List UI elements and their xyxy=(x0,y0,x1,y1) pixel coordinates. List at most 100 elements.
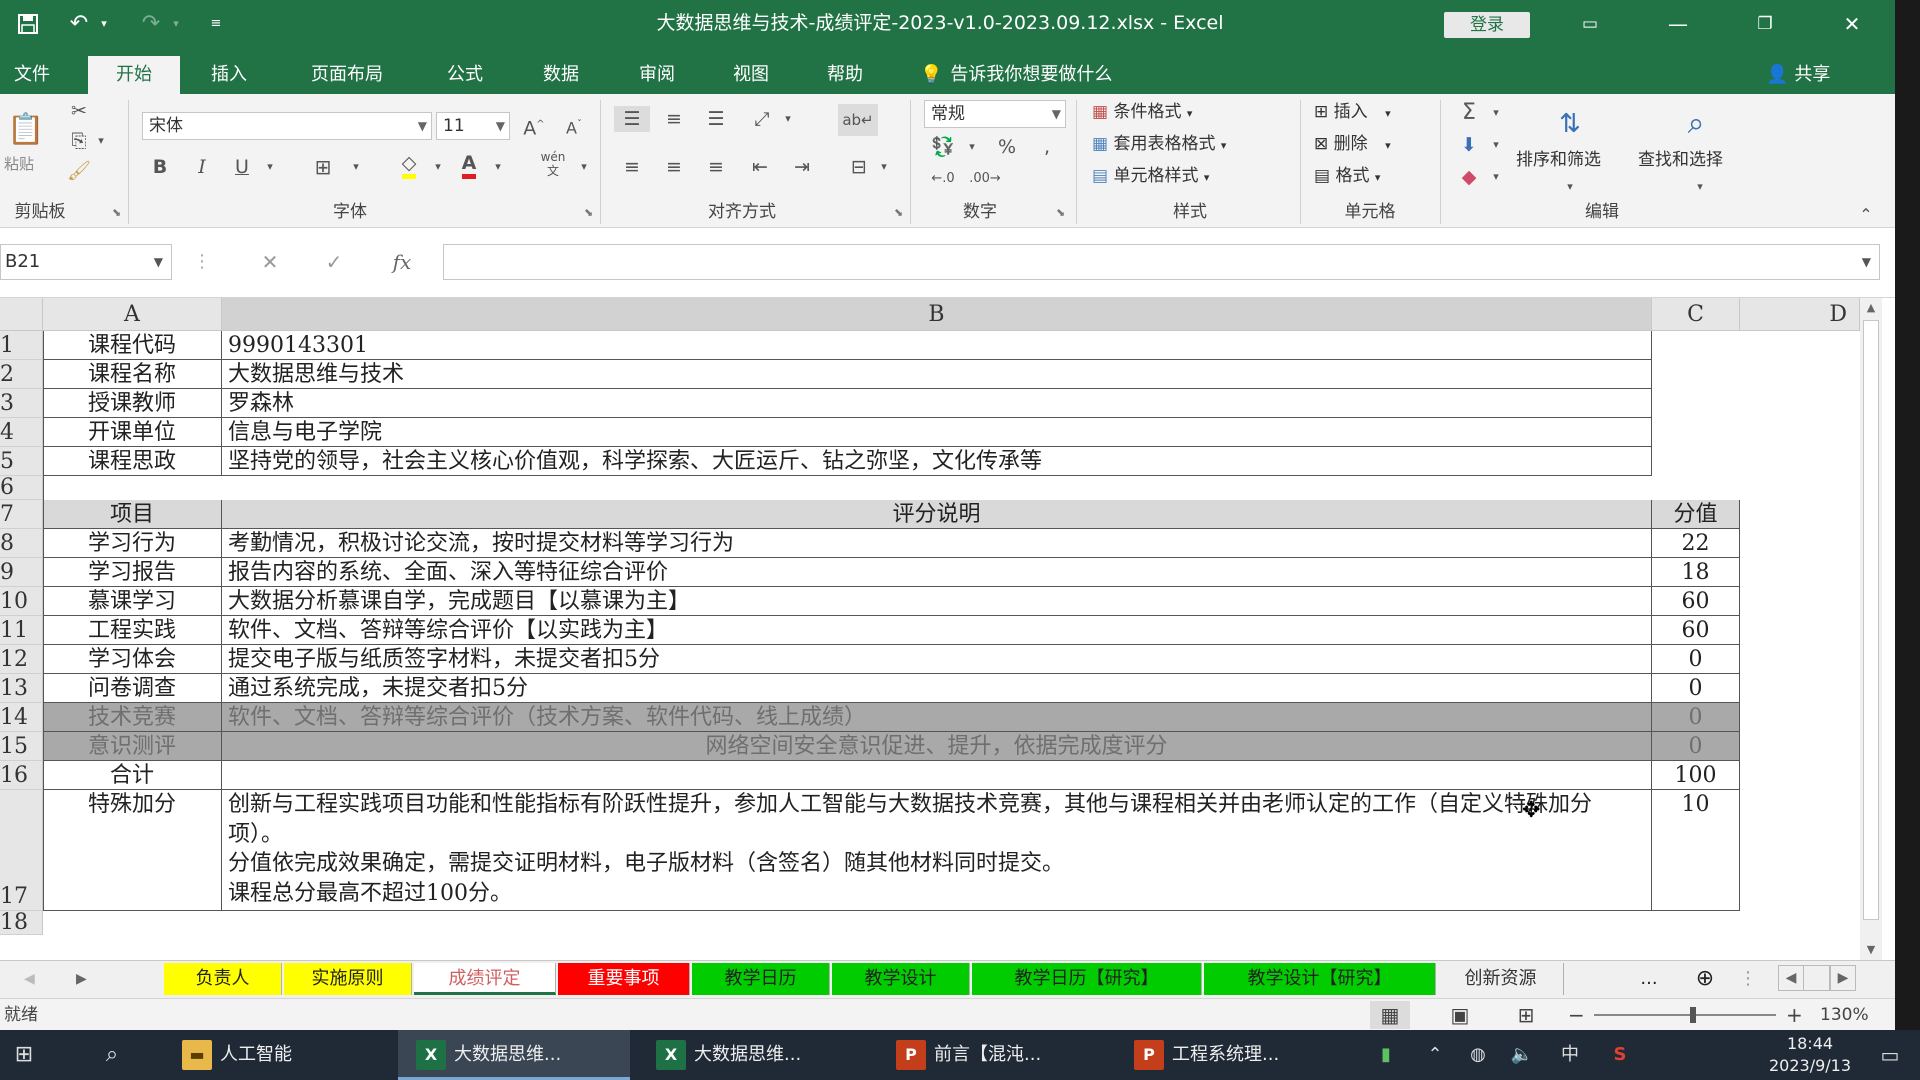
sort-dropdown-icon[interactable]: ▾ xyxy=(1560,174,1580,200)
cell-b[interactable] xyxy=(222,476,1652,500)
row-header[interactable]: 3 xyxy=(0,389,43,418)
cell-a[interactable]: 学习报告 xyxy=(43,558,222,587)
save-icon[interactable] xyxy=(12,10,44,38)
collapse-ribbon-icon[interactable]: ⌃ xyxy=(1852,202,1880,228)
cell-b[interactable]: 软件、文档、答辩等综合评价【以实践为主】 xyxy=(222,616,1652,645)
column-header-c[interactable]: C xyxy=(1652,298,1740,331)
network-icon[interactable]: ◍ xyxy=(1460,1030,1496,1080)
enter-entry-icon[interactable]: ✓ xyxy=(316,244,352,280)
cell-c[interactable]: 0 xyxy=(1652,703,1740,732)
cell-a[interactable]: 技术竞赛 xyxy=(43,703,222,732)
sheet-tab[interactable]: 重要事项 xyxy=(558,963,690,995)
notification-icon[interactable]: ▭ xyxy=(1868,1030,1912,1080)
tab-help[interactable]: 帮助 xyxy=(814,56,876,94)
number-format-select[interactable]: 常规 ▼ xyxy=(924,100,1066,128)
redo-dropdown-icon[interactable]: ▾ xyxy=(168,10,184,38)
underline-icon[interactable]: U xyxy=(228,154,256,180)
row-header[interactable]: 13 xyxy=(0,674,43,703)
cell-b[interactable]: 9990143301 xyxy=(222,331,1652,360)
row-header[interactable]: 8 xyxy=(0,529,43,558)
customize-toolbar-icon[interactable]: ≡ xyxy=(204,10,228,38)
tab-splitter-icon[interactable]: ⋮ xyxy=(1736,963,1760,995)
middle-align-icon[interactable]: ≡ xyxy=(656,106,692,132)
battery-icon[interactable]: ▮ xyxy=(1368,1030,1404,1080)
tab-home[interactable]: 开始 xyxy=(88,56,180,94)
cell-a[interactable]: 课程名称 xyxy=(43,360,222,389)
row-header[interactable]: 15 xyxy=(0,732,43,761)
phonetic-dropdown-icon[interactable]: ▾ xyxy=(576,154,592,180)
cell-c[interactable]: 0 xyxy=(1652,645,1740,674)
page-layout-view-icon[interactable]: ▣ xyxy=(1440,1001,1480,1029)
row-header[interactable]: 4 xyxy=(0,418,43,447)
row-header[interactable]: 6 xyxy=(0,476,43,500)
cell-c[interactable] xyxy=(1652,360,1740,389)
copy-icon[interactable]: ⎘ xyxy=(64,128,94,154)
cell-a[interactable]: 特殊加分 xyxy=(43,790,222,911)
top-align-icon[interactable]: ☰ xyxy=(614,106,650,132)
font-name-select[interactable]: 宋体 ▼ xyxy=(142,112,432,140)
align-right-icon[interactable]: ≡ xyxy=(698,154,734,180)
phonetic-guide-icon[interactable]: wén 文 xyxy=(534,150,572,178)
taskbar-item-ppt-1[interactable]: P 前言【混沌... xyxy=(878,1030,1110,1080)
sort-filter-label[interactable]: 排序和筛选 xyxy=(1516,148,1601,172)
cell-a[interactable]: 学习体会 xyxy=(43,645,222,674)
cell-c[interactable] xyxy=(1652,476,1740,500)
merge-dropdown-icon[interactable]: ▾ xyxy=(876,154,892,180)
sheet-tab[interactable]: 实施原则 xyxy=(284,963,412,995)
cell-b[interactable]: 大数据分析慕课自学，完成题目【以慕课为主】 xyxy=(222,587,1652,616)
copy-dropdown-icon[interactable]: ▾ xyxy=(94,128,108,154)
italic-icon[interactable]: I xyxy=(188,154,216,180)
cell-b[interactable]: 坚持党的领导，社会主义核心价值观，科学探索、大匠运斤、钻之弥坚，文化传承等 xyxy=(222,447,1652,476)
delete-cells-button[interactable]: ⊠ 删除 ▾ xyxy=(1314,132,1391,158)
clear-icon[interactable]: ◆ xyxy=(1454,164,1484,190)
cell-c[interactable]: 分值 xyxy=(1652,500,1740,529)
cell-a[interactable]: 课程代码 xyxy=(43,331,222,360)
zoom-level[interactable]: 130% xyxy=(1820,1001,1869,1029)
cell-c[interactable] xyxy=(1652,418,1740,447)
zoom-out-icon[interactable]: − xyxy=(1568,1001,1585,1029)
font-size-select[interactable]: 11 ▼ xyxy=(436,112,510,140)
undo-dropdown-icon[interactable]: ▾ xyxy=(96,10,112,38)
share-button[interactable]: 👤 共享 xyxy=(1766,56,1830,94)
redo-icon[interactable]: ↷ xyxy=(136,10,166,38)
grow-font-icon[interactable]: A^ xyxy=(520,112,548,141)
row-header[interactable]: 5 xyxy=(0,447,43,476)
decrease-indent-icon[interactable]: ⇤ xyxy=(742,154,778,180)
orientation-dropdown-icon[interactable]: ▾ xyxy=(780,106,796,132)
cell-b[interactable]: 通过系统完成，未提交者扣5分 xyxy=(222,674,1652,703)
tab-view[interactable]: 视图 xyxy=(720,56,782,94)
accounting-format-icon[interactable]: 💱 xyxy=(926,134,960,160)
tab-page-layout[interactable]: 页面布局 xyxy=(292,56,402,94)
conditional-formatting-button[interactable]: ▦ 条件格式 ▾ xyxy=(1092,100,1192,126)
align-left-icon[interactable]: ≡ xyxy=(614,154,650,180)
cell-b[interactable]: 大数据思维与技术 xyxy=(222,360,1652,389)
tab-review[interactable]: 审阅 xyxy=(626,56,688,94)
cell-b[interactable]: 报告内容的系统、全面、深入等特征综合评价 xyxy=(222,558,1652,587)
bottom-align-icon[interactable]: ☰ xyxy=(698,106,734,132)
row-header[interactable]: 10 xyxy=(0,587,43,616)
expand-formula-icon[interactable]: ▼ xyxy=(1862,245,1871,279)
column-header-b[interactable]: B xyxy=(222,298,1652,331)
row-header[interactable]: 1 xyxy=(0,331,43,360)
restore-icon[interactable]: ❐ xyxy=(1742,8,1788,40)
cell-c[interactable]: 0 xyxy=(1652,732,1740,761)
cell-a[interactable]: 课程思政 xyxy=(43,447,222,476)
search-icon[interactable]: ⌕ xyxy=(88,1030,136,1080)
row-header[interactable]: 14 xyxy=(0,703,43,732)
vertical-scroll-thumb[interactable] xyxy=(1863,320,1879,920)
cell-a[interactable]: 学习行为 xyxy=(43,529,222,558)
name-box[interactable]: B21 ▼ xyxy=(0,244,172,280)
format-as-table-button[interactable]: ▦ 套用表格格式 ▾ xyxy=(1092,132,1226,158)
column-header-d[interactable]: D xyxy=(1740,298,1860,331)
sheet-tab[interactable]: 负责人 xyxy=(164,963,282,995)
sort-filter-icon[interactable]: ⇅ xyxy=(1540,102,1600,146)
cell-a[interactable]: 项目 xyxy=(43,500,222,529)
cut-icon[interactable]: ✂ xyxy=(64,98,94,124)
row-header[interactable]: 9 xyxy=(0,558,43,587)
borders-icon[interactable]: ⊞ xyxy=(308,154,338,180)
shrink-font-icon[interactable]: Aˇ xyxy=(560,112,588,141)
cell-c[interactable] xyxy=(1652,911,1740,935)
sheet-tab[interactable]: 教学日历 xyxy=(692,963,830,995)
cell-a[interactable]: 开课单位 xyxy=(43,418,222,447)
fill-color-icon[interactable]: ◇ xyxy=(392,150,426,179)
